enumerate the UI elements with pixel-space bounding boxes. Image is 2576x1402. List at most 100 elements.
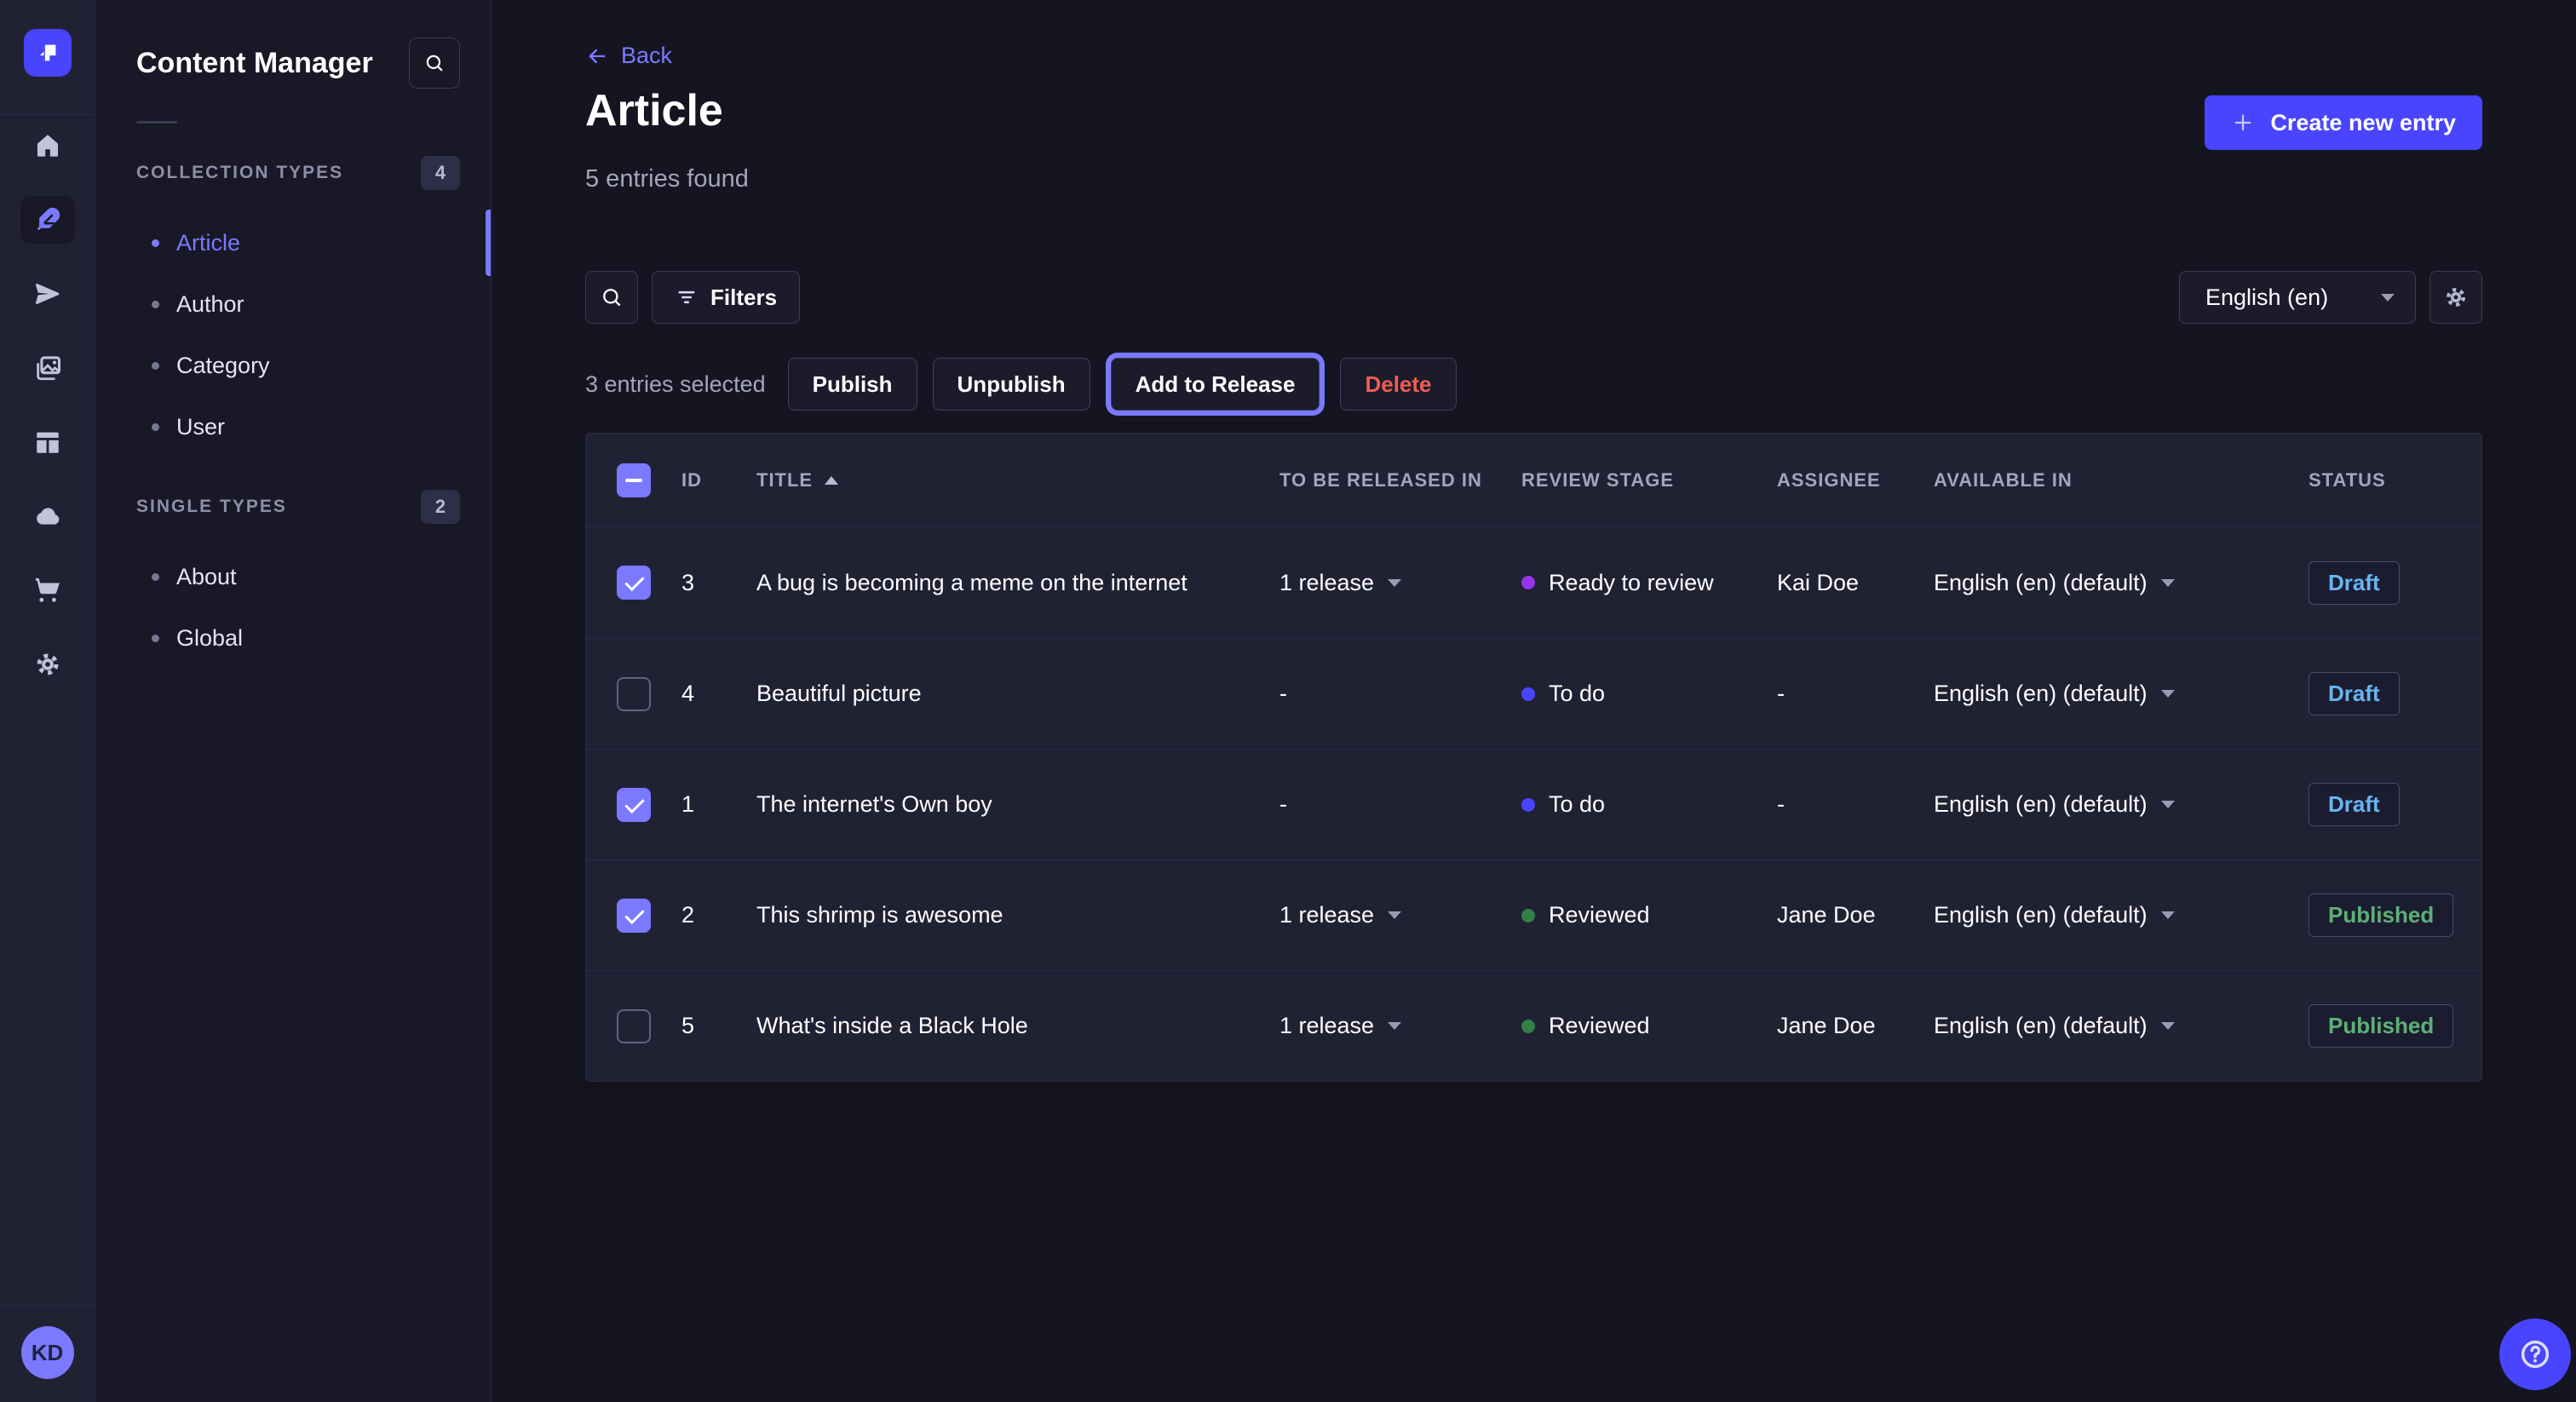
column-header-id[interactable]: ID xyxy=(681,469,756,491)
cell-review-stage: To do xyxy=(1521,791,1777,818)
column-header-status: STATUS xyxy=(2309,469,2481,491)
cell-available-in: English (en) (default) xyxy=(1934,681,2309,707)
cell-title: A bug is becoming a meme on the internet xyxy=(756,570,1279,596)
table-row[interactable]: 4 Beautiful picture - To do - English (e… xyxy=(586,638,2481,749)
subnav-search-button[interactable] xyxy=(409,37,460,89)
filter-icon xyxy=(675,285,699,309)
gear-icon xyxy=(2443,284,2469,310)
search-icon xyxy=(600,285,624,309)
chevron-down-icon[interactable] xyxy=(2161,1022,2175,1030)
cell-id: 4 xyxy=(681,681,756,707)
cloud-icon xyxy=(33,502,62,531)
chevron-down-icon[interactable] xyxy=(1388,911,1401,919)
delete-button[interactable]: Delete xyxy=(1340,358,1456,411)
nav-media-library-button[interactable] xyxy=(20,344,75,392)
search-button[interactable] xyxy=(585,271,638,324)
divider xyxy=(136,121,177,124)
chevron-down-icon[interactable] xyxy=(2161,690,2175,698)
table-row[interactable]: 3 A bug is becoming a meme on the intern… xyxy=(586,527,2481,638)
question-circle-icon xyxy=(2518,1337,2552,1371)
bullet-icon xyxy=(152,362,159,370)
bullet-icon xyxy=(152,301,159,308)
row-checkbox[interactable] xyxy=(617,899,651,933)
locale-value: English (en) xyxy=(2205,284,2328,311)
column-header-title-label: TITLE xyxy=(756,469,813,491)
main-nav: KD xyxy=(0,0,95,1402)
bullet-icon xyxy=(152,635,159,642)
single-types-count-badge: 2 xyxy=(421,490,460,524)
chevron-down-icon[interactable] xyxy=(1388,1022,1401,1030)
user-avatar[interactable]: KD xyxy=(21,1326,74,1379)
nav-settings-button[interactable] xyxy=(20,641,75,688)
table-row[interactable]: 2 This shrimp is awesome 1 release Revie… xyxy=(586,859,2481,970)
publish-button[interactable]: Publish xyxy=(788,358,917,411)
sidebar-item-author[interactable]: Author xyxy=(95,273,491,335)
locale-value: English (en) (default) xyxy=(1934,570,2148,596)
sidebar-item-user[interactable]: User xyxy=(95,396,491,457)
back-label: Back xyxy=(621,43,672,69)
nav-content-type-builder-button[interactable] xyxy=(20,418,75,466)
back-link[interactable]: Back xyxy=(585,43,672,69)
locale-select[interactable]: English (en) xyxy=(2179,271,2416,324)
collection-types-count-badge: 4 xyxy=(421,156,460,190)
sidebar-item-about[interactable]: About xyxy=(95,546,491,607)
select-all-checkbox[interactable] xyxy=(617,463,651,497)
column-header-stage: REVIEW STAGE xyxy=(1521,469,1777,491)
nav-home-button[interactable] xyxy=(20,122,75,170)
main-content: Back Article 5 entries found Create new … xyxy=(492,0,2576,1402)
page-title: Article xyxy=(585,85,723,136)
row-checkbox[interactable] xyxy=(617,677,651,711)
release-value: - xyxy=(1279,791,1287,818)
cell-id: 2 xyxy=(681,902,756,928)
stage-label: To do xyxy=(1549,681,1605,707)
nav-content-manager-button[interactable] xyxy=(20,196,75,244)
row-checkbox[interactable] xyxy=(617,566,651,600)
strapi-logo-icon xyxy=(35,40,60,66)
collection-types-list: Article Author Category User xyxy=(95,212,491,457)
filters-button[interactable]: Filters xyxy=(652,271,800,324)
chevron-down-icon[interactable] xyxy=(1388,579,1401,587)
sort-ascending-icon xyxy=(825,476,838,485)
content-manager-subnav: Content Manager COLLECTION TYPES 4 Artic… xyxy=(95,0,492,1402)
column-header-title[interactable]: TITLE xyxy=(756,469,1279,491)
column-header-assignee: ASSIGNEE xyxy=(1777,469,1934,491)
paper-plane-icon xyxy=(33,279,62,308)
cell-review-stage: Reviewed xyxy=(1521,1013,1777,1039)
unpublish-button[interactable]: Unpublish xyxy=(933,358,1090,411)
table-header-row: ID TITLE TO BE RELEASED IN REVIEW STAGE … xyxy=(586,434,2481,527)
locale-value: English (en) (default) xyxy=(1934,902,2148,928)
sidebar-item-global[interactable]: Global xyxy=(95,607,491,669)
status-badge: Published xyxy=(2309,1004,2453,1048)
sidebar-item-category[interactable]: Category xyxy=(95,335,491,396)
nav-cloud-button[interactable] xyxy=(20,492,75,540)
strapi-logo[interactable] xyxy=(24,29,72,77)
help-button[interactable] xyxy=(2499,1319,2571,1390)
table-row[interactable]: 5 What's inside a Black Hole 1 release R… xyxy=(586,970,2481,1081)
nav-send-button[interactable] xyxy=(20,270,75,318)
cell-available-in: English (en) (default) xyxy=(1934,570,2309,596)
table-row[interactable]: 1 The internet's Own boy - To do - Engli… xyxy=(586,749,2481,859)
sidebar-item-article[interactable]: Article xyxy=(95,212,491,273)
nav-bottom: KD xyxy=(0,1305,95,1402)
cell-review-stage: Ready to review xyxy=(1521,570,1777,596)
chevron-down-icon[interactable] xyxy=(2161,579,2175,587)
create-new-entry-button[interactable]: Create new entry xyxy=(2205,95,2482,150)
stage-label: To do xyxy=(1549,791,1605,818)
cell-assignee: Jane Doe xyxy=(1777,902,1934,928)
subnav-title: Content Manager xyxy=(136,47,373,80)
nav-marketplace-button[interactable] xyxy=(20,566,75,614)
entries-table: ID TITLE TO BE RELEASED IN REVIEW STAGE … xyxy=(585,433,2482,1082)
add-to-release-button[interactable]: Add to Release xyxy=(1111,358,1320,411)
bullet-icon xyxy=(152,239,159,247)
chevron-down-icon[interactable] xyxy=(2161,911,2175,919)
chevron-down-icon[interactable] xyxy=(2161,801,2175,808)
row-checkbox[interactable] xyxy=(617,788,651,822)
view-settings-button[interactable] xyxy=(2429,271,2482,324)
nav-icon-list xyxy=(20,122,75,688)
bullet-icon xyxy=(152,573,159,581)
cell-review-stage: To do xyxy=(1521,681,1777,707)
cell-id: 1 xyxy=(681,791,756,818)
row-checkbox[interactable] xyxy=(617,1009,651,1043)
sidebar-item-label: Category xyxy=(176,353,270,379)
entries-count: 5 entries found xyxy=(585,165,749,193)
